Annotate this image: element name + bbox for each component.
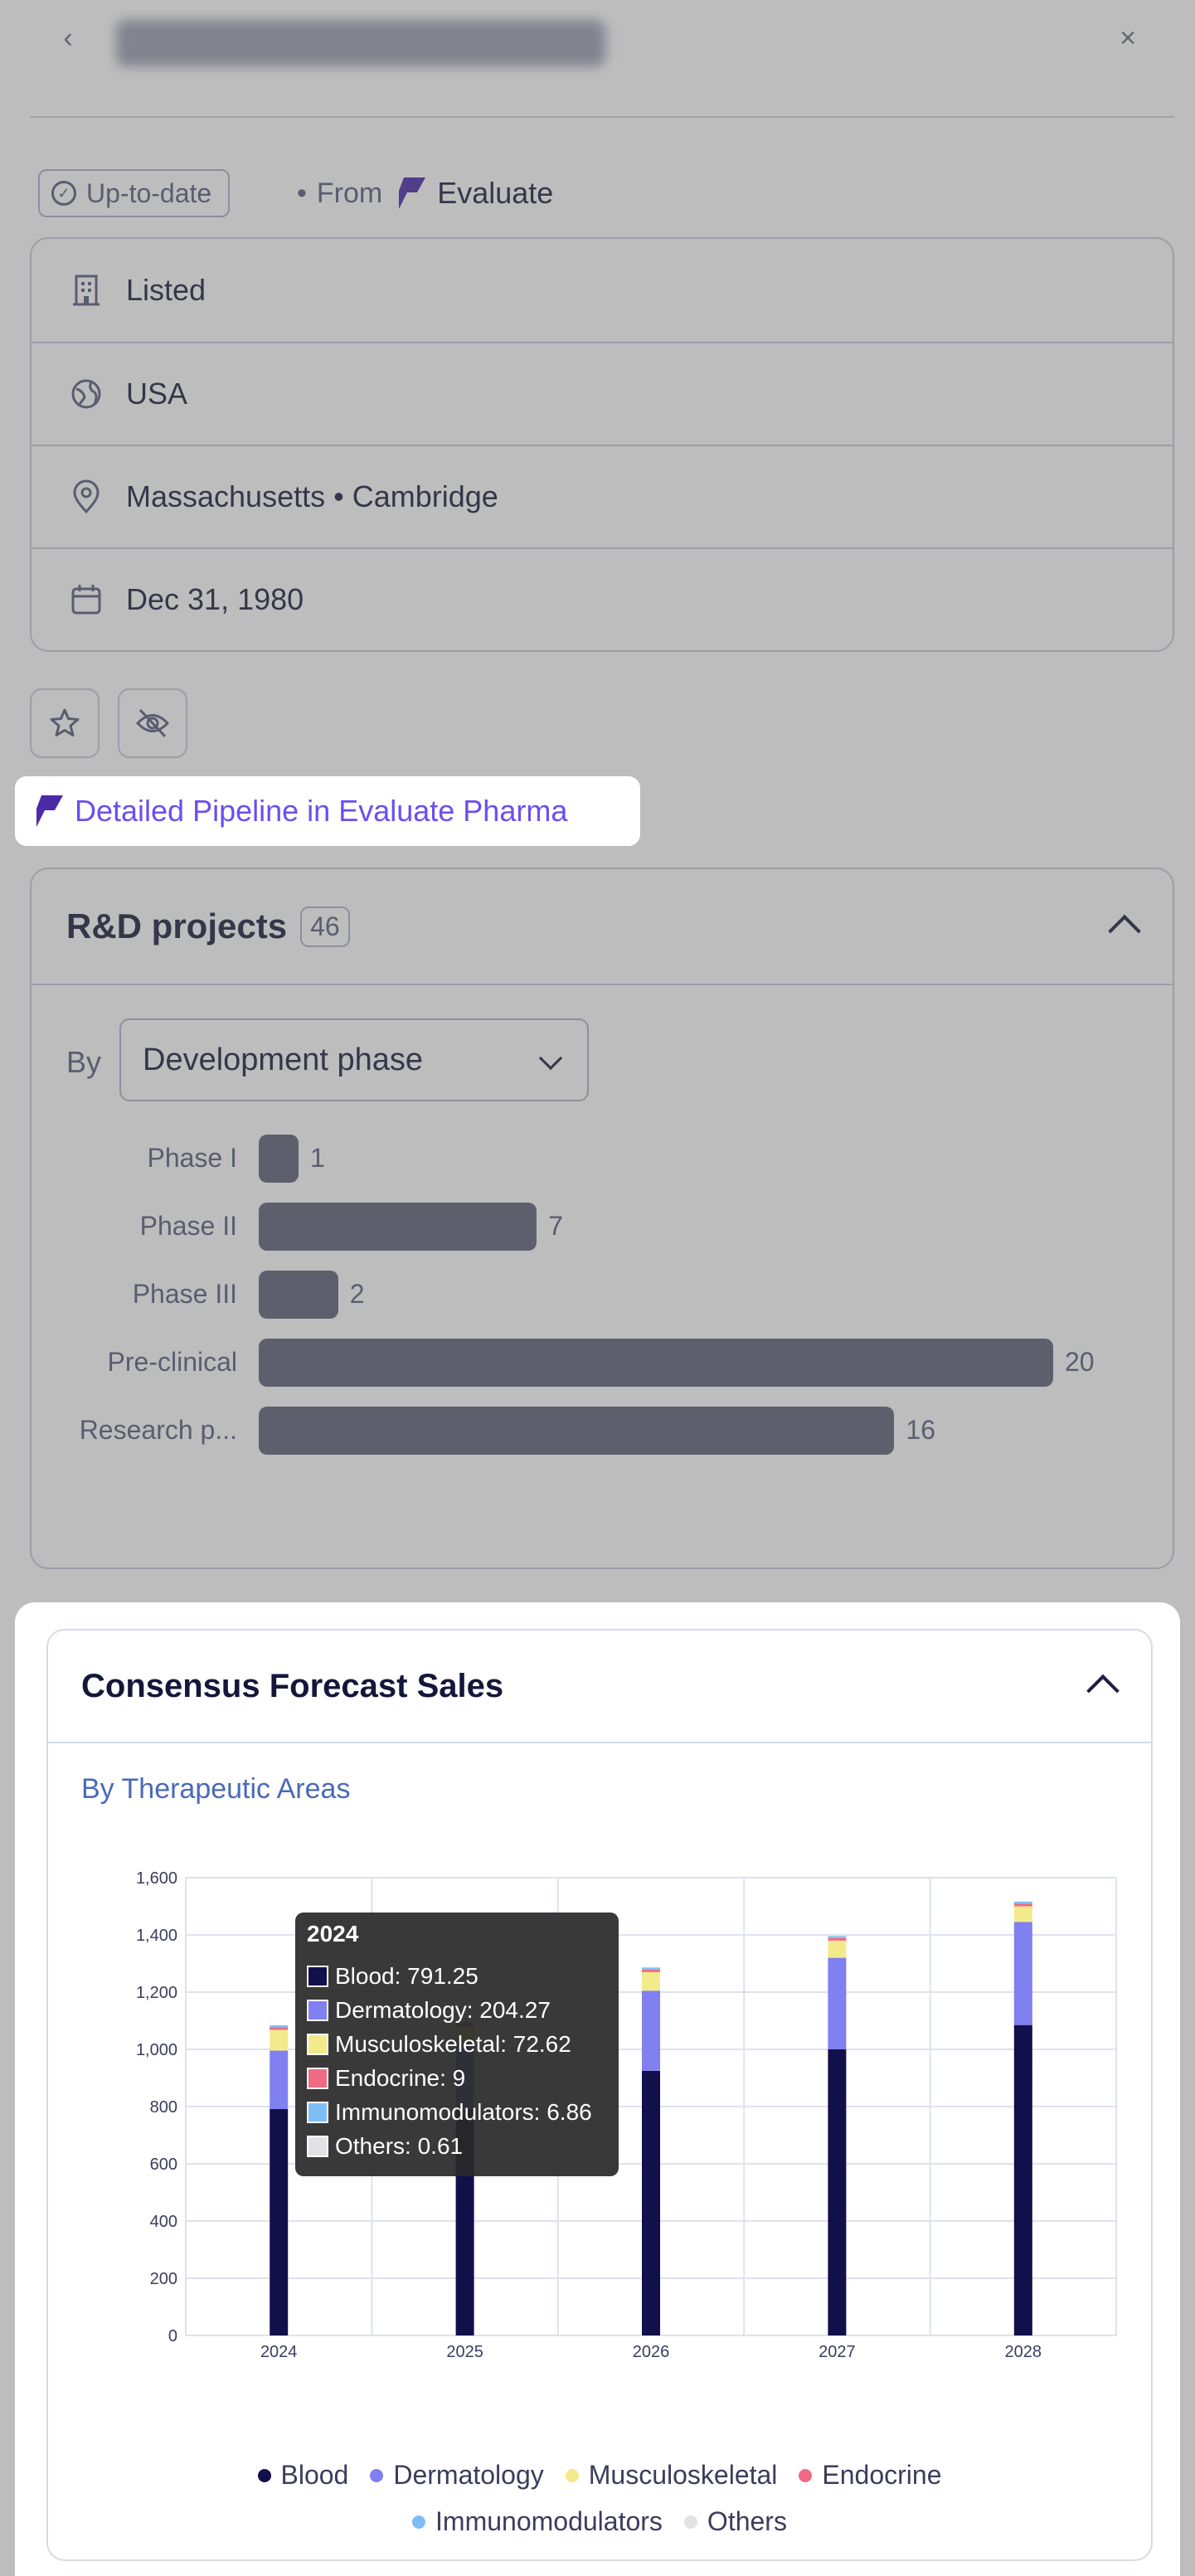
tooltip-swatch-icon — [307, 2067, 328, 2089]
bar-segment-immunomodulators — [1013, 1901, 1032, 1904]
x-tick-label: 2026 — [633, 2343, 670, 2361]
tooltip-swatch-icon — [307, 2135, 328, 2157]
tooltip-title: 2024 — [307, 1921, 359, 1947]
y-tick-label: 600 — [150, 2156, 177, 2174]
bar-segment-musculoskeletal — [1013, 1906, 1032, 1922]
bar-segment-musculoskeletal — [828, 1940, 847, 1958]
forecast-stacked-bar-chart: 02004006008001,0001,2001,4001,6002024 202… — [136, 1869, 1117, 2361]
y-tick-label: 1,600 — [136, 1869, 177, 1888]
tooltip-text: Others: 0.61 — [335, 2132, 464, 2159]
bar-segment-endocrine — [270, 2027, 289, 2030]
bar-segment-endocrine — [828, 1937, 847, 1941]
bar-segment-dermatology — [270, 2050, 289, 2110]
bar-segment-dermatology — [828, 1957, 847, 2049]
bar-segment-blood — [1013, 2024, 1032, 2335]
y-tick-label: 400 — [150, 2213, 177, 2231]
tooltip-swatch-icon — [307, 2033, 328, 2055]
tooltip-text: Endocrine: 9 — [335, 2064, 466, 2091]
bar-segment-endocrine — [642, 1969, 660, 1972]
bar-segment-blood — [642, 2070, 660, 2335]
x-tick-label: 2025 — [446, 2343, 483, 2361]
bar-segment-blood — [828, 2049, 847, 2335]
bar-segment-immunomodulators — [642, 1967, 660, 1970]
bar-segment-immunomodulators — [828, 1936, 847, 1938]
tooltip-text: Immunomodulators: 6.86 — [335, 2098, 592, 2125]
tooltip-text: Dermatology: 204.27 — [335, 1996, 551, 2023]
y-tick-label: 200 — [150, 2270, 177, 2288]
y-tick-label: 0 — [168, 2327, 177, 2345]
x-tick-label: 2028 — [1005, 2343, 1042, 2361]
tooltip-row: Blood: 791.25 — [307, 1959, 607, 1993]
tooltip-row: Others: 0.61 — [307, 2129, 607, 2163]
bar-segment-immunomodulators — [270, 2025, 289, 2028]
bar-segment-blood — [270, 2109, 289, 2335]
tooltip-swatch-icon — [307, 2101, 328, 2123]
chart-tooltip: 2024 Blood: 791.25 Dermatology: 204.27 Mus… — [295, 1913, 619, 2176]
bar-segment-dermatology — [642, 1990, 660, 2071]
bar-segment-musculoskeletal — [642, 1971, 660, 1991]
y-tick-label: 1,400 — [136, 1927, 177, 1945]
tooltip-text: Musculoskeletal: 72.62 — [335, 2030, 571, 2057]
y-tick-label: 800 — [150, 2098, 177, 2117]
tooltip-row: Musculoskeletal: 72.62 — [307, 2027, 607, 2061]
bar-segment-dermatology — [1013, 1922, 1032, 2025]
tooltip-row: Dermatology: 204.27 — [307, 1993, 607, 2027]
x-tick-label: 2027 — [819, 2343, 856, 2361]
tooltip-text: Blood: 791.25 — [335, 1962, 478, 1989]
bar-segment-endocrine — [1013, 1903, 1032, 1907]
y-tick-label: 1,200 — [136, 1984, 177, 2002]
tooltip-row: Immunomodulators: 6.86 — [307, 2095, 607, 2129]
bar-segment-musculoskeletal — [270, 2029, 289, 2051]
tooltip-swatch-icon — [307, 1965, 328, 1987]
tooltip-swatch-icon — [307, 1999, 328, 2021]
y-tick-label: 1,000 — [136, 2041, 177, 2059]
tooltip-row: Endocrine: 9 — [307, 2061, 607, 2095]
x-tick-label: 2024 — [260, 2343, 298, 2361]
